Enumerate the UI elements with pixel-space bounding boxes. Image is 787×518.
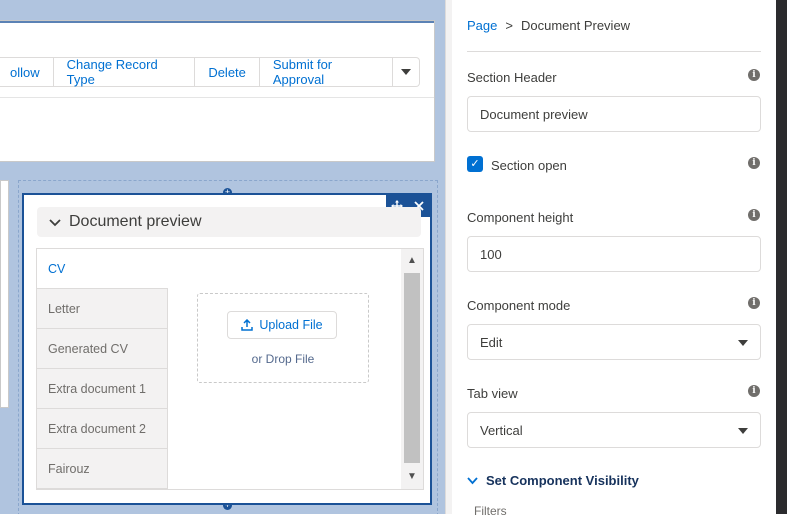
component-height-input[interactable]: 100 bbox=[467, 236, 761, 272]
info-icon[interactable]: i bbox=[748, 157, 760, 169]
record-header-card: ollow Change Record Type Delete Submit f… bbox=[0, 20, 435, 162]
info-icon[interactable]: i bbox=[748, 297, 760, 309]
delete-button[interactable]: Delete bbox=[195, 57, 260, 87]
section-open-label: Section open bbox=[491, 158, 567, 173]
tab-fairouz[interactable]: Fairouz bbox=[37, 449, 167, 489]
drop-file-text: or Drop File bbox=[251, 352, 315, 366]
section-header-label: Section Header bbox=[467, 70, 557, 85]
dropdown-caret-icon bbox=[738, 340, 748, 346]
info-icon[interactable]: i bbox=[748, 385, 760, 397]
tab-extra-document-1[interactable]: Extra document 1 bbox=[37, 369, 167, 409]
more-actions-button[interactable] bbox=[393, 57, 420, 87]
breadcrumb: Page > Document Preview bbox=[467, 18, 630, 33]
page-canvas: ollow Change Record Type Delete Submit f… bbox=[0, 0, 445, 514]
left-region-card bbox=[0, 180, 9, 408]
upload-file-label: Upload File bbox=[259, 318, 323, 332]
tab-extra-document-2[interactable]: Extra document 2 bbox=[37, 409, 167, 449]
section-header-input[interactable]: Document preview bbox=[467, 96, 761, 132]
vertical-tabset: CV Letter Generated CV Extra document 1 … bbox=[36, 248, 424, 490]
change-record-type-button[interactable]: Change Record Type bbox=[53, 57, 196, 87]
breadcrumb-current: Document Preview bbox=[520, 18, 631, 33]
info-icon[interactable]: i bbox=[748, 209, 760, 221]
section-header[interactable]: Document preview bbox=[37, 207, 421, 237]
component-mode-label: Component mode bbox=[467, 298, 571, 313]
tab-generated-cv[interactable]: Generated CV bbox=[37, 329, 167, 369]
component-mode-select[interactable]: Edit bbox=[467, 324, 761, 360]
breadcrumb-page-link[interactable]: Page bbox=[467, 18, 497, 33]
upload-file-button[interactable]: Upload File bbox=[227, 311, 337, 339]
action-button-group: ollow Change Record Type Delete Submit f… bbox=[0, 57, 420, 87]
section-title: Document preview bbox=[69, 213, 202, 230]
breadcrumb-separator: > bbox=[505, 18, 513, 33]
tab-cv[interactable]: CV bbox=[37, 249, 168, 289]
chevron-down-icon bbox=[467, 474, 478, 488]
properties-panel: Page > Document Preview Section Header i D… bbox=[452, 0, 776, 518]
set-component-visibility-toggle[interactable]: Set Component Visibility bbox=[467, 473, 639, 488]
tab-view-label: Tab view bbox=[467, 386, 518, 401]
document-preview-component[interactable]: Document preview CV Letter Generated CV … bbox=[22, 193, 432, 505]
component-mode-value: Edit bbox=[480, 334, 503, 350]
info-icon[interactable]: i bbox=[748, 69, 760, 81]
header-body bbox=[0, 97, 434, 156]
tab-letter[interactable]: Letter bbox=[37, 289, 167, 329]
divider bbox=[467, 51, 761, 52]
submit-for-approval-button[interactable]: Submit for Approval bbox=[259, 57, 393, 87]
header-accent-strip bbox=[0, 21, 434, 23]
component-height-label: Component height bbox=[467, 210, 574, 225]
tab-view-select[interactable]: Vertical bbox=[467, 412, 761, 448]
filters-label: Filters bbox=[474, 504, 507, 518]
scrollbar-thumb[interactable] bbox=[404, 273, 420, 463]
scroll-down-arrow-icon[interactable]: ▼ bbox=[401, 467, 423, 487]
set-component-visibility-label: Set Component Visibility bbox=[486, 473, 639, 488]
chevron-down-icon bbox=[401, 69, 411, 75]
upload-icon bbox=[241, 319, 254, 331]
tab-view-value: Vertical bbox=[480, 422, 523, 438]
scrollbar[interactable]: ▲ ▼ bbox=[401, 249, 423, 489]
panel-separator bbox=[445, 0, 452, 514]
window-edge bbox=[776, 0, 787, 514]
dropdown-caret-icon bbox=[738, 428, 748, 434]
tab-list: CV Letter Generated CV Extra document 1 … bbox=[37, 249, 168, 489]
chevron-down-icon bbox=[49, 215, 61, 230]
section-open-checkbox[interactable]: ✓ bbox=[467, 156, 483, 172]
scroll-up-arrow-icon[interactable]: ▲ bbox=[401, 251, 423, 271]
follow-button[interactable]: ollow bbox=[0, 57, 54, 87]
file-drop-zone[interactable]: Upload File or Drop File bbox=[197, 293, 369, 383]
